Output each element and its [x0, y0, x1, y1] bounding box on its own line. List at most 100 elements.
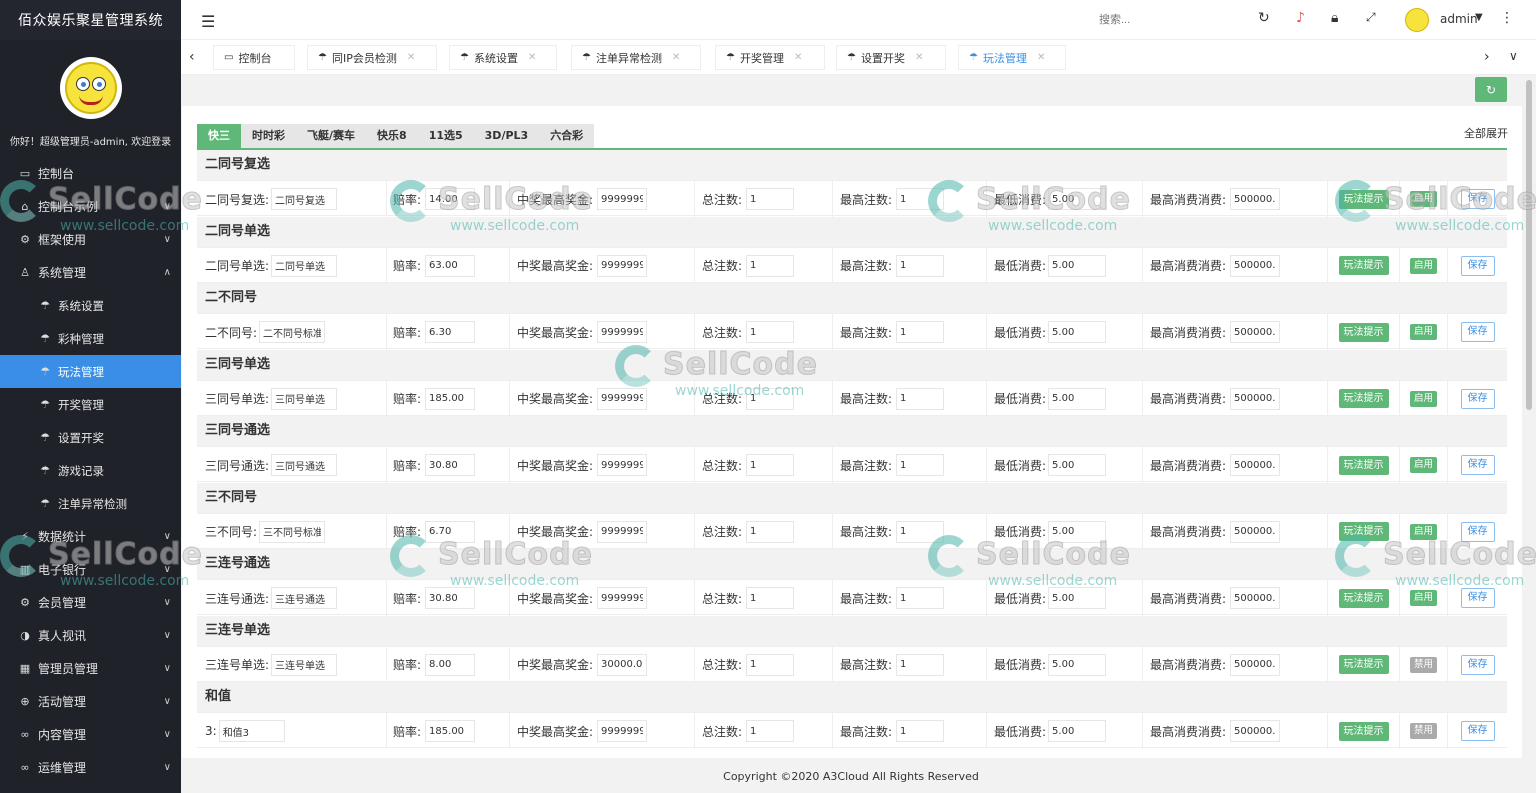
max-spend-input[interactable]: [1230, 454, 1281, 476]
odds-input[interactable]: [425, 587, 476, 609]
more-vertical-icon[interactable]: ⋮: [1500, 10, 1514, 26]
close-icon[interactable]: ✕: [794, 52, 802, 63]
odds-input[interactable]: [425, 720, 476, 742]
play-hint-button[interactable]: 玩法提示: [1338, 588, 1389, 608]
game-tab[interactable]: 3D/PL3: [474, 124, 540, 148]
max-prize-input[interactable]: [597, 520, 648, 543]
odds-input[interactable]: [425, 520, 476, 543]
close-icon[interactable]: ✕: [528, 52, 536, 63]
save-button[interactable]: 保存: [1460, 588, 1495, 608]
tabs-next-icon[interactable]: ›: [1484, 49, 1490, 65]
sidebar-item[interactable]: ▥ 电子银行 ∨: [0, 553, 181, 586]
max-prize-input[interactable]: [597, 454, 648, 476]
max-prize-input[interactable]: [597, 720, 648, 742]
status-toggle-button[interactable]: 禁用: [1409, 723, 1437, 739]
min-spend-input[interactable]: [1048, 188, 1107, 210]
odds-input[interactable]: [425, 254, 476, 277]
total-bets-input[interactable]: [746, 387, 795, 410]
odds-input[interactable]: [425, 321, 476, 343]
play-name-input[interactable]: [259, 520, 326, 543]
tabs-dropdown-icon[interactable]: ∨: [1509, 49, 1518, 63]
refresh-icon[interactable]: ↻: [1258, 10, 1270, 26]
user-name[interactable]: admin: [1440, 12, 1478, 26]
reload-button[interactable]: ↻: [1475, 77, 1507, 102]
total-bets-input[interactable]: [746, 653, 795, 676]
odds-input[interactable]: [425, 653, 476, 676]
min-spend-input[interactable]: [1048, 520, 1107, 543]
save-button[interactable]: 保存: [1460, 388, 1495, 409]
max-spend-input[interactable]: [1230, 188, 1281, 210]
max-bets-input[interactable]: [896, 520, 945, 543]
min-spend-input[interactable]: [1048, 454, 1107, 476]
status-toggle-button[interactable]: 启用: [1409, 590, 1437, 606]
page-tab[interactable]: ☂ 设置开奖 ✕: [836, 45, 946, 70]
sidebar-item[interactable]: ⌂ 控制台示例 ∨: [0, 190, 181, 223]
max-bets-input[interactable]: [896, 254, 945, 277]
game-tab[interactable]: 快三: [197, 124, 241, 148]
min-spend-input[interactable]: [1048, 387, 1107, 410]
play-hint-button[interactable]: 玩法提示: [1338, 322, 1389, 342]
odds-input[interactable]: [425, 387, 476, 410]
max-bets-input[interactable]: [896, 653, 945, 676]
sidebar-item[interactable]: ☂ 设置开奖: [0, 421, 181, 454]
save-button[interactable]: 保存: [1460, 189, 1495, 209]
max-prize-input[interactable]: [597, 587, 648, 609]
max-spend-input[interactable]: [1230, 653, 1281, 676]
play-hint-button[interactable]: 玩法提示: [1338, 455, 1389, 475]
max-bets-input[interactable]: [896, 720, 945, 742]
max-bets-input[interactable]: [896, 387, 945, 410]
play-hint-button[interactable]: 玩法提示: [1338, 522, 1389, 541]
play-hint-button[interactable]: 玩法提示: [1338, 655, 1389, 674]
sidebar-item[interactable]: ☂ 彩种管理: [0, 322, 181, 355]
page-tab[interactable]: ☂ 玩法管理 ✕: [958, 45, 1066, 70]
save-button[interactable]: 保存: [1460, 322, 1495, 342]
game-tab[interactable]: 飞艇/赛车: [296, 124, 366, 148]
min-spend-input[interactable]: [1048, 720, 1107, 742]
game-tab[interactable]: 六合彩: [539, 124, 594, 148]
sidebar-item[interactable]: ◑ 真人视讯 ∨: [0, 619, 181, 652]
save-button[interactable]: 保存: [1460, 721, 1495, 741]
max-prize-input[interactable]: [597, 653, 648, 676]
menu-toggle-icon[interactable]: ☰: [201, 12, 215, 31]
sidebar-item[interactable]: ☂ 游戏记录: [0, 454, 181, 487]
page-tab[interactable]: ▭ 控制台: [213, 45, 295, 70]
caret-down-icon[interactable]: ▼: [1475, 12, 1483, 23]
game-tab[interactable]: 时时彩: [241, 124, 296, 148]
total-bets-input[interactable]: [746, 720, 795, 742]
play-hint-button[interactable]: 玩法提示: [1338, 189, 1389, 209]
max-bets-input[interactable]: [896, 188, 945, 210]
save-button[interactable]: 保存: [1460, 521, 1495, 542]
close-icon[interactable]: ✕: [1037, 52, 1045, 63]
search-input[interactable]: [1099, 10, 1209, 30]
sidebar-item[interactable]: ⊕ 活动管理 ∨: [0, 685, 181, 718]
play-name-input[interactable]: [218, 720, 285, 742]
min-spend-input[interactable]: [1048, 254, 1107, 277]
play-name-input[interactable]: [271, 653, 338, 676]
user-avatar[interactable]: [1405, 8, 1429, 32]
sidebar-item[interactable]: ⚡ 数据统计 ∨: [0, 520, 181, 553]
max-spend-input[interactable]: [1230, 520, 1281, 543]
total-bets-input[interactable]: [746, 188, 795, 210]
fullscreen-icon[interactable]: ⤢: [1366, 10, 1376, 25]
save-button[interactable]: 保存: [1460, 654, 1495, 675]
sidebar-item[interactable]: ☂ 玩法管理: [0, 355, 181, 388]
max-bets-input[interactable]: [896, 321, 945, 343]
avatar[interactable]: [59, 56, 122, 119]
total-bets-input[interactable]: [746, 520, 795, 543]
max-spend-input[interactable]: [1230, 387, 1281, 410]
close-icon[interactable]: ✕: [915, 52, 923, 63]
sidebar-item[interactable]: ⚙ 会员管理 ∨: [0, 586, 181, 619]
min-spend-input[interactable]: [1048, 321, 1107, 343]
play-name-input[interactable]: [271, 387, 338, 410]
status-toggle-button[interactable]: 启用: [1409, 390, 1437, 407]
odds-input[interactable]: [425, 454, 476, 476]
max-prize-input[interactable]: [597, 188, 648, 210]
status-toggle-button[interactable]: 启用: [1409, 324, 1437, 340]
sidebar-item[interactable]: ∞ 内容管理 ∨: [0, 718, 181, 751]
page-tab[interactable]: ☂ 注单异常检测 ✕: [571, 45, 701, 70]
sidebar-item[interactable]: ♙ 系统管理 ∧: [0, 256, 181, 289]
total-bets-input[interactable]: [746, 254, 795, 277]
scrollbar-thumb[interactable]: [1526, 80, 1532, 410]
min-spend-input[interactable]: [1048, 653, 1107, 676]
scrollbar[interactable]: [1525, 80, 1533, 758]
